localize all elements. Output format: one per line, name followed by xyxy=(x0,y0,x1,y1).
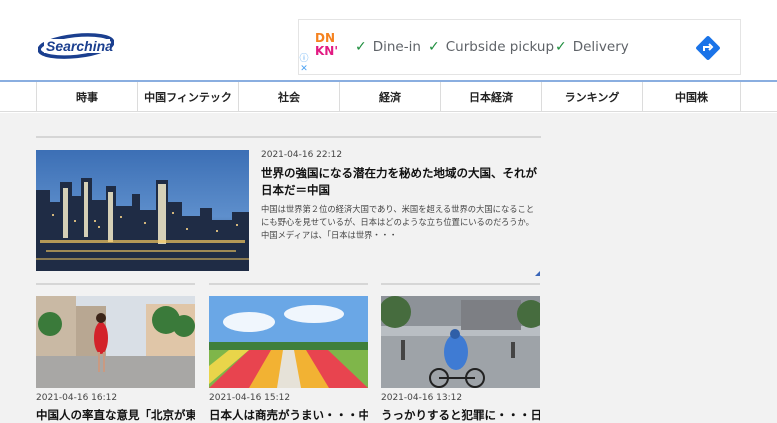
logo-text: Searchina xyxy=(46,38,113,54)
card-divider xyxy=(381,283,540,285)
nav-item-china-stocks[interactable]: 中国株 xyxy=(642,82,741,112)
searchina-logo[interactable]: Searchina xyxy=(37,32,115,60)
article-card-image[interactable] xyxy=(36,296,195,388)
article-card-date: 2021-04-16 16:12 xyxy=(36,393,118,403)
article-card-image[interactable] xyxy=(381,296,540,388)
check-icon: ✓ xyxy=(428,39,440,55)
directions-icon[interactable] xyxy=(694,34,722,62)
info-icon[interactable]: ⓘ xyxy=(299,54,309,64)
ad-item-dine-in[interactable]: ✓ Dine-in xyxy=(355,38,421,56)
ad-item-delivery[interactable]: ✓ Delivery xyxy=(555,38,629,56)
article-card-date: 2021-04-16 15:12 xyxy=(209,393,291,403)
nav-item-economy[interactable]: 経済 xyxy=(339,82,440,112)
article-card-title[interactable]: 中国人の率直な意見「北京が東 xyxy=(36,407,195,423)
advertisement-banner[interactable]: DN KN' ✓ Dine-in ✓ Curbside pickup ✓ Del… xyxy=(298,19,741,75)
corner-arrow-icon xyxy=(535,271,540,276)
article-card-title[interactable]: 日本人は商売がうまい・・・中 xyxy=(209,407,368,423)
ad-info-controls[interactable]: ⓘ ✕ xyxy=(299,54,309,74)
feature-article-date: 2021-04-16 22:12 xyxy=(261,150,343,160)
ad-brand-logo[interactable]: DN KN' xyxy=(315,32,343,62)
nav-item-china-fintech[interactable]: 中国フィンテック xyxy=(137,82,238,112)
ad-brand-line2: KN' xyxy=(315,44,339,58)
nav-item-japan-economy[interactable]: 日本経済 xyxy=(440,82,541,112)
feature-article-title[interactable]: 世界の強国になる潜在力を秘めた地域の大国、それが日本だ＝中国 xyxy=(261,165,541,199)
nav-item-ranking[interactable]: ランキング xyxy=(541,82,642,112)
article-card-title[interactable]: うっかりすると犯罪に・・・日 xyxy=(381,407,540,423)
ad-item-curbside[interactable]: ✓ Curbside pickup xyxy=(428,38,554,56)
site-header: Searchina DN KN' ✓ Dine-in ✓ Curbside pi… xyxy=(0,0,777,80)
check-icon: ✓ xyxy=(355,39,367,55)
feature-article-summary: 中国は世界第２位の経済大国であり、米国を超える世界の大国になることにも野心を見せ… xyxy=(261,204,535,240)
article-card-date: 2021-04-16 13:12 xyxy=(381,393,463,403)
nav-item-current-affairs[interactable]: 時事 xyxy=(36,82,137,112)
main-nav: 時事 中国フィンテック 社会 経済 日本経済 ランキング 中国株 xyxy=(0,82,777,112)
ad-item-label: Curbside pickup xyxy=(445,39,555,55)
ad-item-label: Delivery xyxy=(572,39,629,55)
nav-item-society[interactable]: 社会 xyxy=(238,82,339,112)
article-card-image[interactable] xyxy=(209,296,368,388)
close-icon[interactable]: ✕ xyxy=(299,64,309,74)
section-divider xyxy=(36,136,541,138)
card-divider xyxy=(209,283,368,285)
check-icon: ✓ xyxy=(555,39,567,55)
card-divider xyxy=(36,283,195,285)
feature-article-image[interactable] xyxy=(36,150,249,271)
ad-item-label: Dine-in xyxy=(372,39,421,55)
